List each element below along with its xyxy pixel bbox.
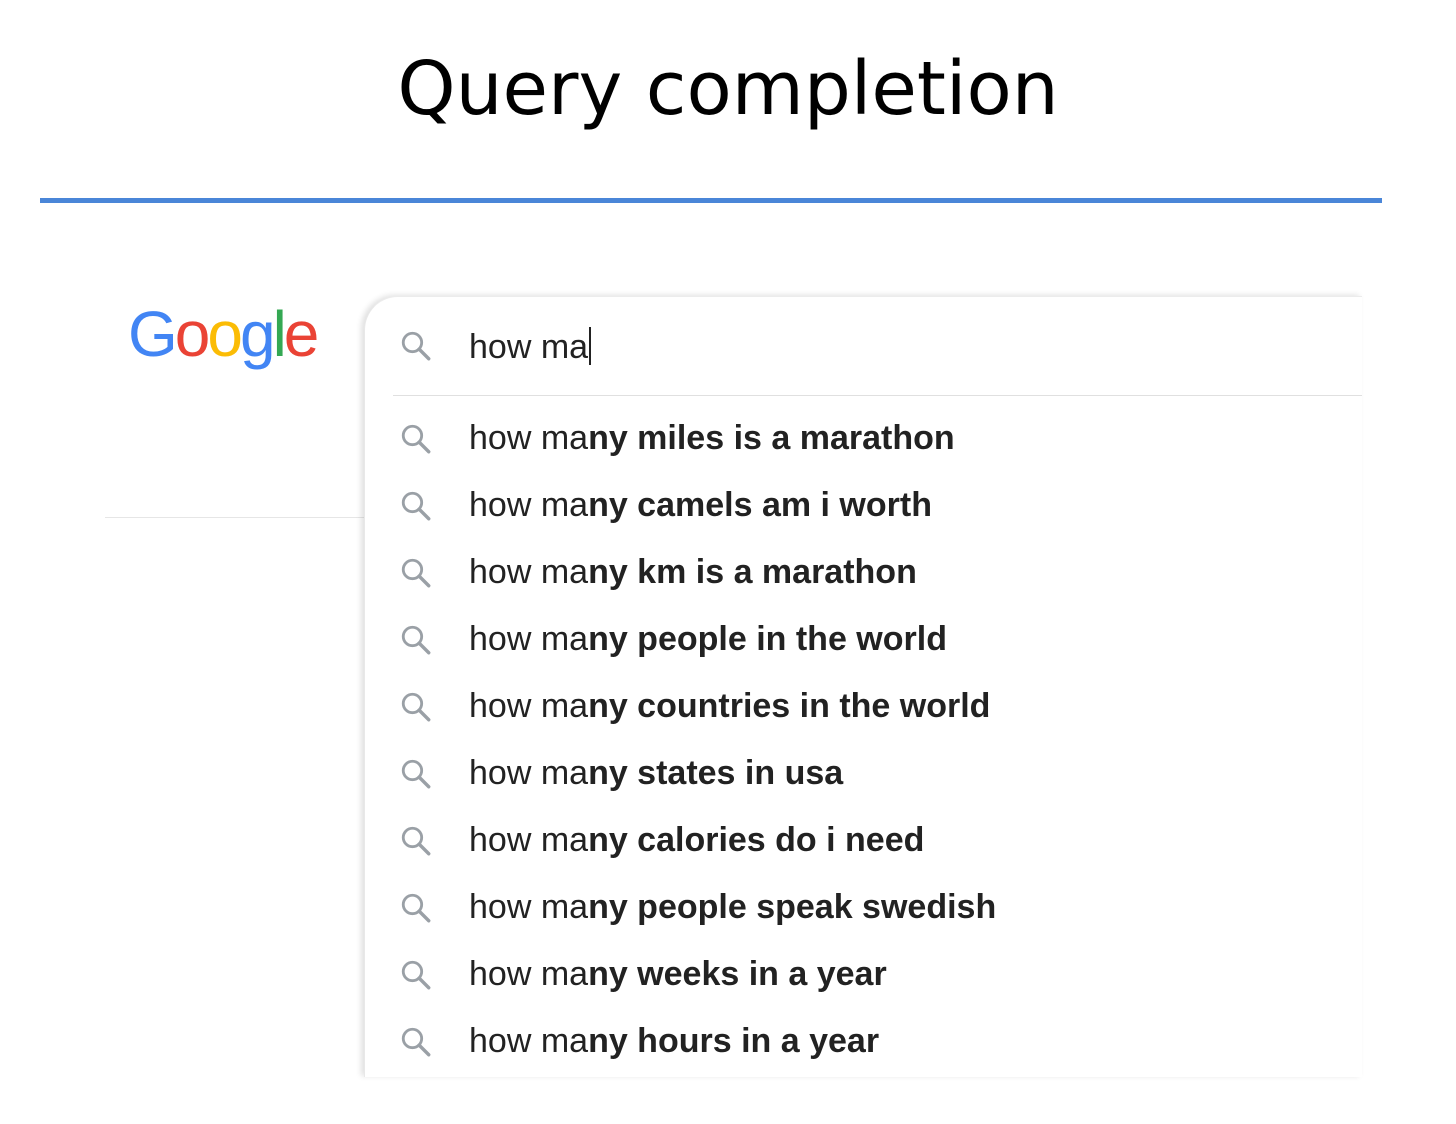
page-divider (105, 517, 365, 518)
suggestion-text: how many hours in a year (469, 1021, 879, 1061)
suggestion-text: how many calories do i need (469, 820, 924, 860)
search-icon (399, 489, 433, 523)
suggestion-text: how many weeks in a year (469, 954, 887, 994)
search-query-text[interactable]: how ma (469, 327, 588, 367)
suggestion-prefix: how ma (469, 821, 589, 859)
logo-letter: e (283, 298, 320, 370)
search-icon (399, 623, 433, 657)
suggestion-completion: ny miles is a marathon (588, 419, 955, 457)
suggestion-text: how many people in the world (469, 619, 947, 659)
suggestion-item[interactable]: how many people in the world (365, 606, 1362, 673)
suggestion-prefix: how ma (469, 687, 589, 725)
suggestion-item[interactable]: how many hours in a year (365, 1008, 1362, 1075)
suggestion-item[interactable]: how many miles is a marathon (365, 405, 1362, 472)
suggestion-prefix: how ma (469, 888, 589, 926)
search-icon (399, 1025, 433, 1059)
logo-letter: g (239, 298, 276, 370)
suggestion-item[interactable]: how many countries in the world (365, 673, 1362, 740)
suggestion-item[interactable]: how many people speak swedish (365, 874, 1362, 941)
suggestion-completion: ny countries in the world (588, 687, 991, 725)
logo-letter: o (174, 298, 211, 370)
suggestion-completion: ny calories do i need (588, 821, 925, 859)
suggestion-completion: ny km is a marathon (588, 553, 917, 591)
search-icon (399, 690, 433, 724)
search-separator (393, 395, 1362, 396)
suggestion-text: how many miles is a marathon (469, 418, 955, 458)
search-box: how ma how many miles is a marathon how … (364, 296, 1362, 1077)
search-icon (399, 556, 433, 590)
suggestion-prefix: how ma (469, 486, 589, 524)
search-icon[interactable] (399, 329, 433, 363)
title-underline (40, 198, 1382, 203)
logo-letter: l (272, 298, 287, 370)
suggestion-text: how many km is a marathon (469, 552, 917, 592)
slide-title: Query completion (397, 46, 1059, 132)
suggestion-text: how many states in usa (469, 753, 843, 793)
suggestion-text: how many camels am i worth (469, 485, 932, 525)
suggestion-completion: ny weeks in a year (588, 955, 887, 993)
search-icon (399, 422, 433, 456)
logo-letter: o (207, 298, 243, 370)
suggestion-prefix: how ma (469, 754, 589, 792)
suggestion-text: how many countries in the world (469, 686, 990, 726)
suggestion-item[interactable]: how many km is a marathon (365, 539, 1362, 606)
logo-letter: G (128, 298, 178, 370)
suggestion-completion: ny hours in a year (588, 1022, 880, 1060)
search-icon (399, 891, 433, 925)
suggestion-completion: ny people speak swedish (588, 888, 997, 926)
suggestion-prefix: how ma (469, 955, 589, 993)
suggestion-item[interactable]: how many weeks in a year (365, 941, 1362, 1008)
suggestion-item[interactable]: how many calories do i need (365, 807, 1362, 874)
search-icon (399, 824, 433, 858)
suggestion-list: how many miles is a marathon how many ca… (365, 405, 1362, 1075)
search-input[interactable]: how ma (365, 297, 1362, 395)
suggestion-completion: ny states in usa (588, 754, 844, 792)
suggestion-prefix: how ma (469, 1022, 589, 1060)
suggestion-prefix: how ma (469, 620, 589, 658)
search-icon (399, 757, 433, 791)
suggestion-prefix: how ma (469, 553, 589, 591)
suggestion-prefix: how ma (469, 419, 589, 457)
text-cursor (589, 327, 591, 365)
google-logo[interactable]: Google (128, 298, 320, 370)
suggestion-completion: ny people in the world (588, 620, 947, 658)
suggestion-item[interactable]: how many states in usa (365, 740, 1362, 807)
suggestion-completion: ny camels am i worth (588, 486, 932, 524)
suggestion-item[interactable]: how many camels am i worth (365, 472, 1362, 539)
search-icon (399, 958, 433, 992)
suggestion-text: how many people speak swedish (469, 887, 996, 927)
